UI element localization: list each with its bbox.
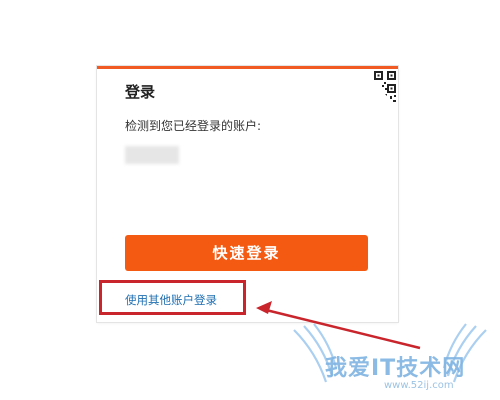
highlight-box <box>99 280 246 315</box>
account-avatar-placeholder[interactable] <box>125 146 179 164</box>
detected-account-text: 检测到您已经登录的账户: <box>125 119 262 133</box>
login-title: 登录 <box>125 83 156 101</box>
quick-login-button[interactable]: 快速登录 <box>125 235 368 271</box>
watermark-site-name: 我爱IT技术网 <box>325 356 466 381</box>
screenshot-stage: 登录 检测到您已经登录的账户: 快速登录 使用其他账户登录 我爱IT技术网 ww… <box>0 0 500 400</box>
watermark-domain: www.52ij.com <box>384 380 454 391</box>
qr-code-icon[interactable] <box>360 69 398 107</box>
